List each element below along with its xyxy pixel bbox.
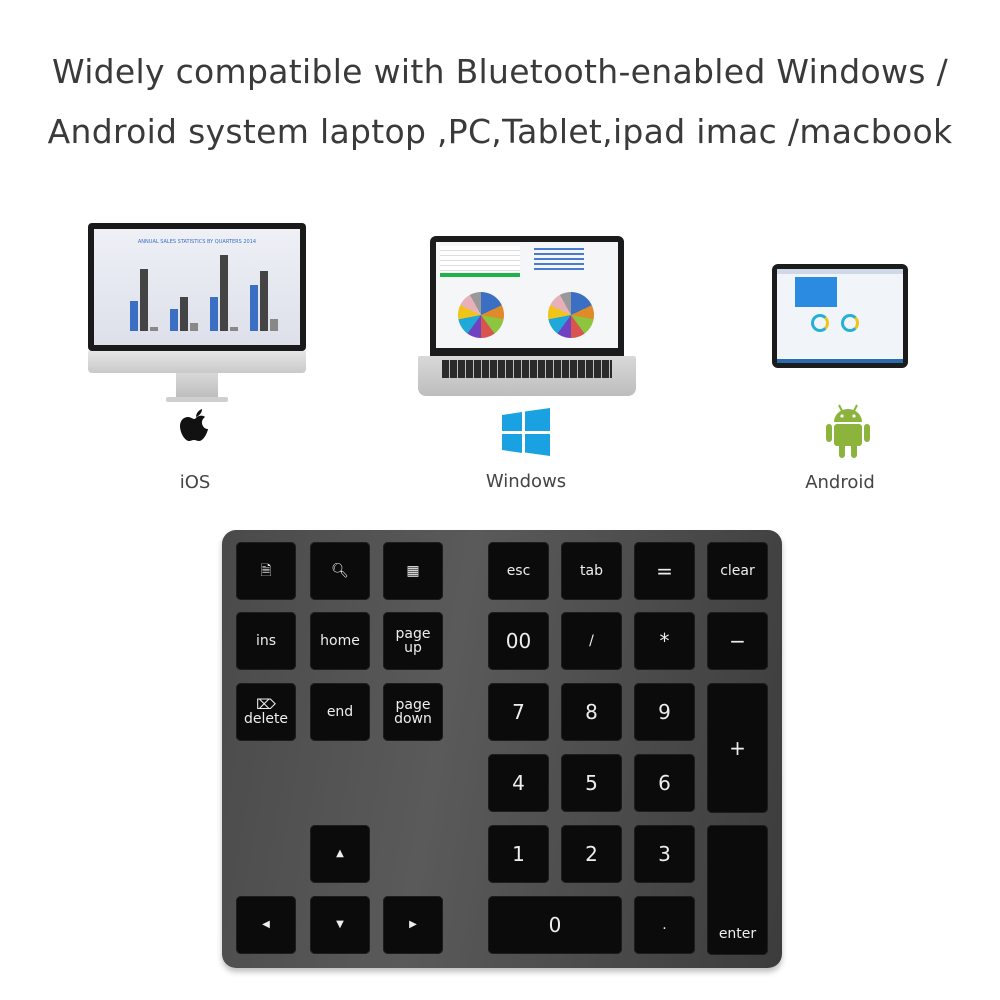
key-label: 4: [512, 771, 525, 795]
bar: [220, 255, 228, 331]
imac-bar-chart: [124, 251, 284, 331]
two-key[interactable]: 2: [561, 825, 622, 883]
key-label: ⌦ delete: [243, 697, 289, 727]
bar: [250, 285, 258, 331]
end-key[interactable]: end: [310, 683, 370, 741]
key-label: 7: [512, 700, 525, 724]
arrow-right-icon: ▶: [409, 919, 417, 930]
bar: [170, 309, 178, 331]
key-label: +: [729, 736, 746, 760]
enter-key[interactable]: enter: [707, 825, 768, 955]
key-label: page up: [395, 626, 431, 656]
laptop-screen-spreadsheet: [436, 242, 618, 348]
ins-key[interactable]: ins: [236, 612, 296, 670]
imac-screen-chart: ANNUAL SALES STATISTICS BY QUARTERS 2014: [94, 229, 300, 345]
five-key[interactable]: 5: [561, 754, 622, 812]
key-label: esc: [506, 563, 531, 579]
key-label: 6: [658, 771, 671, 795]
pie-chart: [458, 292, 504, 338]
bar: [260, 271, 268, 331]
zero-key[interactable]: 0: [488, 896, 622, 954]
six-key[interactable]: 6: [634, 754, 695, 812]
one-key[interactable]: 1: [488, 825, 549, 883]
key-label: 2: [585, 842, 598, 866]
arrow-down-key[interactable]: ▼: [310, 896, 370, 954]
key-label: 8: [585, 700, 598, 724]
bar: [210, 297, 218, 331]
key-label: 0: [548, 913, 562, 937]
calculator-icon: ▦: [406, 563, 420, 579]
esc-key[interactable]: esc: [488, 542, 549, 600]
apple-logo-icon: [180, 409, 208, 441]
key-label: .: [662, 917, 667, 933]
arrow-down-icon: ▼: [336, 919, 344, 930]
arrow-up-icon: ▲: [336, 848, 344, 859]
ios-label: iOS: [179, 472, 211, 493]
page-down-key[interactable]: page down: [383, 683, 443, 741]
four-key[interactable]: 4: [488, 754, 549, 812]
arrow-right-key[interactable]: ▶: [383, 896, 443, 954]
arrow-up-key[interactable]: ▲: [310, 825, 370, 883]
android-label: Android: [805, 472, 875, 493]
bar: [230, 327, 238, 331]
seven-key[interactable]: 7: [488, 683, 549, 741]
key-label: 00: [505, 629, 532, 653]
key-label: /: [589, 633, 594, 649]
pie-chart: [548, 292, 594, 338]
tablet-screen-dashboard: [777, 269, 903, 363]
key-label: 5: [585, 771, 598, 795]
three-key[interactable]: 3: [634, 825, 695, 883]
android-robot-icon: [826, 404, 870, 458]
windows-label: Windows: [485, 471, 567, 492]
nine-key[interactable]: 9: [634, 683, 695, 741]
key-label: clear: [720, 563, 755, 579]
file-key[interactable]: 🗎: [236, 542, 296, 600]
bar: [270, 319, 278, 331]
clear-key[interactable]: clear: [707, 542, 768, 600]
key-label: −: [729, 629, 746, 653]
key-label: page down: [394, 697, 432, 727]
delete-key[interactable]: ⌦ delete: [236, 683, 296, 741]
bar: [140, 269, 148, 331]
imac-image: ANNUAL SALES STATISTICS BY QUARTERS 2014: [88, 223, 306, 403]
windows-logo-icon: [502, 408, 550, 456]
key-label: ins: [255, 633, 277, 649]
decimal-key[interactable]: .: [634, 896, 695, 954]
bar: [150, 327, 158, 331]
headline-line-2: Android system laptop ,PC,Tablet,ipad im…: [47, 112, 953, 151]
key-label: 3: [658, 842, 671, 866]
search-key[interactable]: 🔍︎: [310, 542, 370, 600]
equals-key[interactable]: =: [634, 542, 695, 600]
imac-screen-title: ANNUAL SALES STATISTICS BY QUARTERS 2014: [137, 239, 257, 245]
page-up-key[interactable]: page up: [383, 612, 443, 670]
key-label: home: [320, 633, 360, 649]
arrow-left-icon: ◀: [262, 919, 270, 930]
laptop-image: [418, 236, 636, 400]
eight-key[interactable]: 8: [561, 683, 622, 741]
bar: [130, 301, 138, 331]
minus-key[interactable]: −: [707, 612, 768, 670]
key-label: =: [656, 559, 673, 583]
double-zero-key[interactable]: 00: [488, 612, 549, 670]
bar: [180, 297, 188, 331]
key-label: *: [659, 629, 670, 653]
tab-key[interactable]: tab: [561, 542, 622, 600]
tablet-image: [772, 264, 908, 368]
numeric-keypad: 🗎 🔍︎ ▦ ins home page up ⌦ delete end pag…: [222, 530, 782, 968]
home-key[interactable]: home: [310, 612, 370, 670]
plus-key[interactable]: +: [707, 683, 768, 813]
key-label: 1: [512, 842, 525, 866]
key-label: enter: [718, 926, 757, 942]
key-label: 9: [658, 700, 671, 724]
key-label: tab: [580, 563, 603, 579]
key-label: end: [326, 704, 354, 720]
divide-key[interactable]: /: [561, 612, 622, 670]
calculator-key[interactable]: ▦: [383, 542, 443, 600]
search-icon: 🔍︎: [331, 563, 349, 579]
bar: [190, 323, 198, 331]
headline-line-1: Widely compatible with Bluetooth-enabled…: [52, 52, 948, 91]
arrow-left-key[interactable]: ◀: [236, 896, 296, 954]
multiply-key[interactable]: *: [634, 612, 695, 670]
file-icon: 🗎: [260, 563, 272, 579]
